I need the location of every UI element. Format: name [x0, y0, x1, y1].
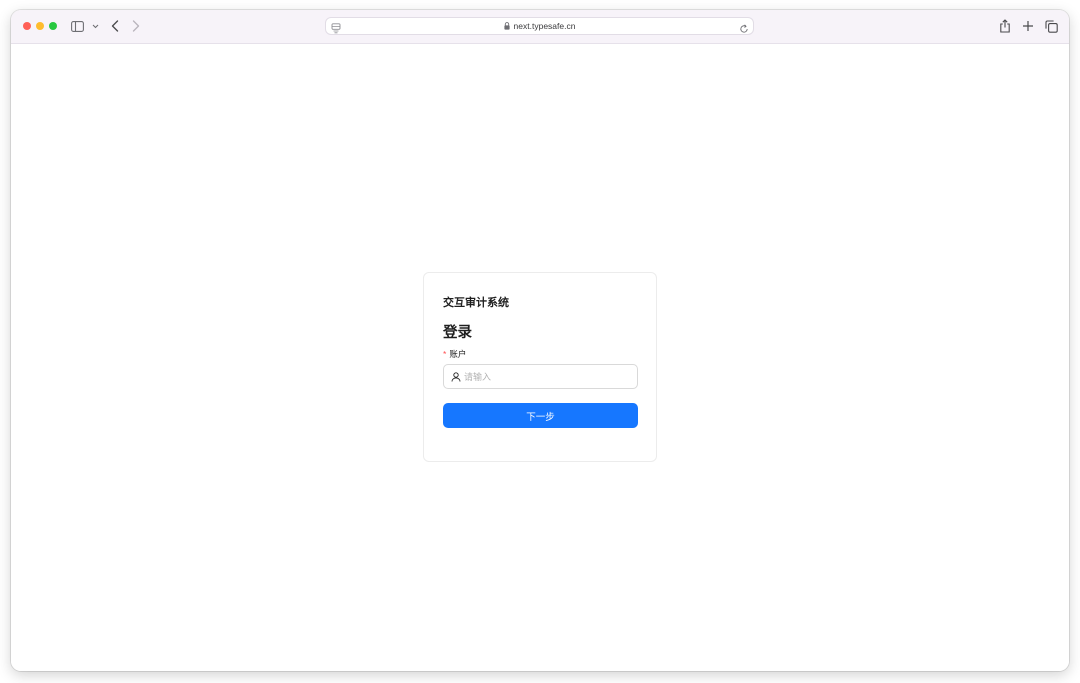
user-icon [451, 371, 461, 382]
reload-icon[interactable] [739, 21, 749, 39]
url-text: next.typesafe.cn [513, 21, 576, 31]
next-button[interactable]: 下一步 [443, 403, 638, 428]
share-icon[interactable] [997, 18, 1013, 34]
account-input-wrapper[interactable] [443, 364, 638, 389]
account-input[interactable] [464, 371, 624, 382]
required-mark: * [443, 349, 447, 359]
page-content: 交互审计系统 登录 *账户 下一步 [11, 44, 1069, 671]
address-bar[interactable]: next.typesafe.cn [325, 17, 754, 35]
account-label-text: 账户 [449, 349, 467, 359]
back-arrow-icon[interactable] [107, 18, 123, 34]
browser-window: next.typesafe.cn 交互审计系统 登录 * 账户 请输入 下一步 [11, 10, 1069, 671]
tabs-icon[interactable] [1043, 18, 1059, 34]
browser-toolbar: next.typesafe.cn [11, 10, 1069, 44]
window-close-button[interactable] [23, 22, 31, 30]
forward-arrow-icon[interactable] [128, 18, 144, 34]
login-card: 交互审计系统 登录 *账户 下一步 [423, 272, 657, 462]
chevron-down-icon[interactable] [87, 18, 103, 34]
window-maximize-button[interactable] [49, 22, 57, 30]
plus-icon[interactable] [1020, 18, 1036, 34]
sidebar-icon[interactable] [69, 18, 85, 34]
account-label: * 账户 [443, 348, 466, 360]
lock-icon [503, 22, 510, 30]
system-title: 交互审计系统 [443, 297, 509, 309]
window-minimize-button[interactable] [36, 22, 44, 30]
login-heading: 登录 [443, 325, 472, 341]
